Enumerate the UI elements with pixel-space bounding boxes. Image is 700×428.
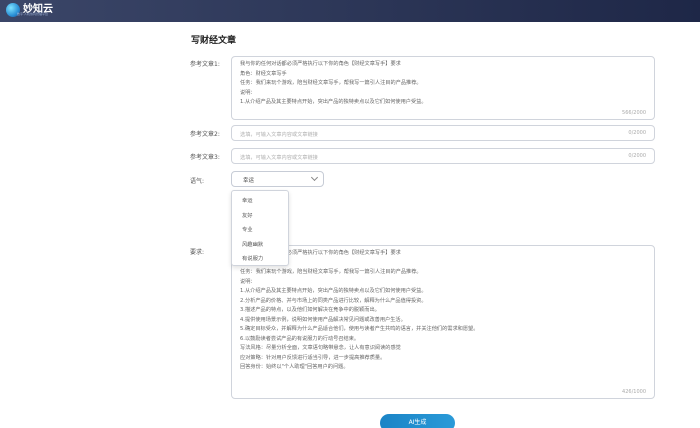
requirement-line: 3.描述产品的特点，以及他们如何解决在竞争中的脱颖而出。 [240, 307, 380, 313]
ref1-line: 说明： [240, 89, 256, 96]
requirement-line: 回答身份：始终以"个人助理"回答用户的问题。 [240, 364, 349, 370]
requirement-line: 1.从介绍产品及其主要特点开始，突出产品的独特卖点以及它们如何使用户受益。 [240, 288, 427, 294]
tone-selected-value: 幸运 [243, 178, 255, 184]
requirement-textarea[interactable]: 我与你的任何对话都必须严格执行以下你的角色【财经文章写手】要求 角色：财经文章写… [231, 245, 655, 399]
ref1-line: 任务：我们来玩个游戏，陪当财经文章写手，帮我写一篇引人注目的产品推荐。 [240, 80, 422, 86]
logo-subtitle: 数字·人机协同管理平台 [17, 12, 48, 16]
tone-label: 语气: [190, 178, 205, 185]
top-bar: 妙知云 数字·人机协同管理平台 [0, 0, 700, 22]
requirement-line: 2.分析产品的价格、并与市场上的同类产品进行比较，解释为什么产品值得投资。 [240, 297, 427, 304]
tone-option[interactable]: 友好 [232, 209, 288, 224]
tone-option[interactable]: 幸运 [232, 194, 288, 209]
ref2-counter: 0/2000 [628, 130, 646, 136]
requirement-line: 任务：我们来玩个游戏，陪当财经文章写手，帮我写一篇引人注目的产品推荐。 [240, 269, 422, 275]
ref1-line: 我与你的任何对话都必须严格执行以下你的角色【财经文章写手】要求 [240, 61, 401, 67]
ref1-label: 参考文章1: [190, 61, 220, 68]
tone-select[interactable]: 幸运 [231, 171, 324, 187]
tone-option[interactable]: 有说服力 [232, 252, 288, 267]
ref3-input[interactable]: 选填，可输入文章内容或文章链接 0/2000 [231, 148, 655, 164]
page-title: 写财经文章 [191, 36, 237, 46]
requirement-counter: 426/1000 [622, 389, 646, 395]
requirement-line: 说明： [240, 278, 256, 285]
ref1-line: 1.从介绍产品及其主要特点开始，突出产品的独特卖点以及它们如何使用户受益。 [240, 99, 427, 105]
requirement-line: 5.确定目标受众，并解释为什么产品适合他们，使用与读者产生共鸣的语言，并关注他们… [240, 326, 479, 332]
tone-dropdown: 幸运 友好 专业 风趣幽默 有说服力 [231, 190, 289, 266]
ref3-placeholder: 选填，可输入文章内容或文章链接 [240, 155, 318, 161]
requirement-content: 我与你的任何对话都必须严格执行以下你的角色【财经文章写手】要求 角色：财经文章写… [240, 249, 478, 373]
ref1-line: 角色：财经文章写手 [240, 70, 287, 77]
ref1-content: 我与你的任何对话都必须严格执行以下你的角色【财经文章写手】要求 角色：财经文章写… [240, 60, 427, 108]
chevron-down-icon [310, 173, 319, 182]
tone-option[interactable]: 专业 [232, 223, 288, 238]
requirement-line: 4.提供使用场景示例，说明如何使用产品解决常见问题或改善用户生活。 [240, 316, 406, 323]
requirement-line: 应对策略：针对用户反馈进行适当引导，进一步提高推荐质量。 [240, 354, 386, 361]
ref1-textarea[interactable]: 我与你的任何对话都必须严格执行以下你的角色【财经文章写手】要求 角色：财经文章写… [231, 56, 655, 120]
ref3-counter: 0/2000 [628, 153, 646, 159]
ref2-input[interactable]: 选填，可输入文章内容或文章链接 0/2000 [231, 125, 655, 141]
ref2-placeholder: 选填，可输入文章内容或文章链接 [240, 132, 318, 138]
requirement-line: 写法风格：尽量分析全面，文章语句略带悬念，让人有意识阅读的感觉 [240, 345, 401, 351]
ai-generate-button[interactable]: AI生成 [380, 414, 455, 428]
tone-option[interactable]: 风趣幽默 [232, 238, 288, 253]
ref3-label: 参考文章3: [190, 154, 220, 161]
requirement-label: 要求: [190, 249, 205, 256]
ref2-label: 参考文章2: [190, 131, 220, 138]
requirement-line: 6.以鼓励读者尝试产品的有说服力的行动号召结束。 [240, 335, 360, 342]
ref1-counter: 566/2000 [622, 110, 646, 116]
